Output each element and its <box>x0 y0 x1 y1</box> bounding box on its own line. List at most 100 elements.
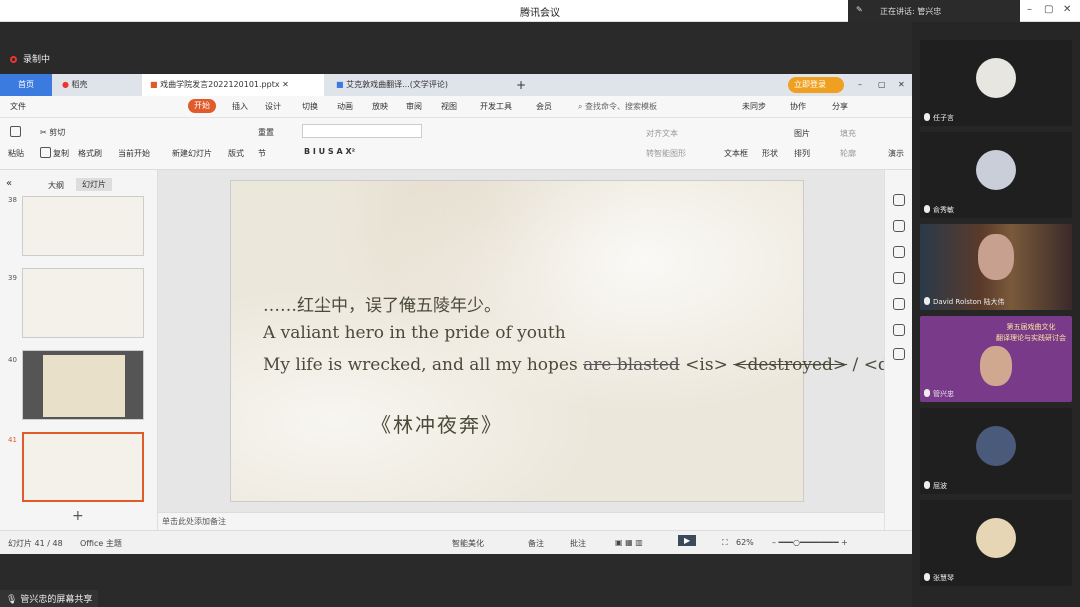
tab-home[interactable]: 首页 <box>0 74 52 96</box>
zoom-level[interactable]: 62% <box>736 538 754 547</box>
play-button[interactable]: ▶ <box>678 535 697 546</box>
slide[interactable]: ……红尘中，误了俺五陵年少。 A valiant hero in the pri… <box>230 180 973 502</box>
login-button[interactable]: 立即登录 <box>788 77 844 93</box>
thumb-number: 41 <box>8 436 17 444</box>
slide-thumb-40[interactable] <box>22 350 144 420</box>
menu-review[interactable]: 审阅 <box>406 101 422 112</box>
menu-devtools[interactable]: 开发工具 <box>480 101 512 112</box>
collab-button[interactable]: 协作 <box>790 101 806 112</box>
menu-insert[interactable]: 插入 <box>232 101 248 112</box>
slide-line-chinese: ……红尘中，误了俺五陵年少。 <box>263 296 501 316</box>
font-select[interactable] <box>302 124 422 138</box>
paste-icon[interactable] <box>10 126 23 137</box>
menu-start[interactable]: 开始 <box>188 99 216 113</box>
slide-thumb-39[interactable] <box>22 268 144 338</box>
docer-icon: ● <box>62 80 69 89</box>
shape-button[interactable]: 形状 <box>762 148 778 159</box>
participant-tile[interactable]: David Rolston 陆大伟 <box>920 224 1072 310</box>
screen-share-indicator[interactable]: 🎙 管兴忠的屏幕共享 <box>0 590 99 607</box>
collapse-icon[interactable]: « <box>6 178 12 189</box>
participant-tile[interactable]: 第五届戏曲文化 翻译理论与实践研讨会 管兴忠 <box>920 316 1072 402</box>
arrange-button[interactable]: 排列 <box>794 148 810 159</box>
picture-button[interactable]: 图片 <box>794 128 810 139</box>
minimize-icon[interactable]: – <box>1027 4 1032 15</box>
paste-button[interactable]: 粘贴 <box>8 148 24 159</box>
present-button[interactable]: 演示 <box>888 148 904 159</box>
mic-icon <box>924 205 930 213</box>
mic-icon: 🎙 <box>6 595 18 605</box>
participant-tile[interactable]: 任子言 <box>920 40 1072 126</box>
tool-icon[interactable] <box>893 246 905 258</box>
beautify-button[interactable]: 智能美化 <box>452 538 484 549</box>
slide-line-english-2: My life is wrecked, and all my hopes are… <box>263 355 973 375</box>
recording-indicator[interactable]: 录制中 <box>10 52 50 65</box>
avatar <box>976 58 1016 98</box>
close-icon[interactable]: ✕ <box>1063 4 1071 15</box>
section-button[interactable]: 节 <box>258 148 266 159</box>
command-search[interactable]: ⌕ 查找命令、搜索模板 <box>578 101 657 112</box>
comment-button[interactable]: 批注 <box>570 538 586 549</box>
share-button[interactable]: 分享 <box>832 101 848 112</box>
participant-tile[interactable]: 俞秀敏 <box>920 132 1072 218</box>
tool-icon[interactable] <box>893 298 905 310</box>
menu-member[interactable]: 会员 <box>536 101 552 112</box>
menu-show[interactable]: 放映 <box>372 101 388 112</box>
win-min-icon[interactable]: – <box>850 74 862 96</box>
new-slide-button[interactable]: 新建幻灯片 <box>172 148 212 159</box>
tool-icon[interactable] <box>893 348 905 360</box>
menu-bar: 文件 开始 插入 设计 切换 动画 放映 审阅 视图 开发工具 会员 ⌕ 查找命… <box>0 96 912 118</box>
tab-outline[interactable]: 大纲 <box>48 180 64 191</box>
cut-button[interactable]: ✂ 剪切 <box>40 127 65 138</box>
participant-name: 任子言 <box>924 113 954 123</box>
share-label: 管兴忠的屏幕共享 <box>20 595 93 605</box>
tool-icon[interactable] <box>893 194 905 206</box>
participant-tile[interactable]: 张慧琴 <box>920 500 1072 586</box>
format-painter-button[interactable]: 格式刷 <box>78 148 102 159</box>
avatar <box>976 426 1016 466</box>
restore-icon[interactable]: ▢ <box>1044 4 1053 15</box>
from-current-button[interactable]: 当前开始 <box>118 148 150 159</box>
normal-view-icon[interactable]: ▣ ▦ ▥ <box>615 538 643 547</box>
slide-thumb-41[interactable] <box>22 432 144 502</box>
outline-button[interactable]: 轮廓 <box>840 148 856 159</box>
smart-convert-button[interactable]: 转智能图形 <box>646 148 686 159</box>
add-slide-icon[interactable]: + <box>72 508 84 524</box>
new-tab-button[interactable]: + <box>508 74 528 96</box>
bold-icon[interactable]: B I U S A X² <box>304 147 355 156</box>
meeting-bottom <box>0 554 912 607</box>
layout-button[interactable]: 版式 <box>228 148 244 159</box>
tool-icon[interactable] <box>893 220 905 232</box>
tool-icon[interactable] <box>893 324 905 336</box>
cut-label: 剪切 <box>49 128 66 137</box>
tab-file-pptx[interactable]: ■ 戏曲学院发言2022120101.pptx ✕ <box>142 74 324 96</box>
menu-file[interactable]: 文件 <box>10 101 26 112</box>
speaking-indicator: ✎ 正在讲话: 管兴忠 <box>848 0 1020 22</box>
notes-button[interactable]: 备注 <box>528 538 544 549</box>
menu-transition[interactable]: 切换 <box>302 101 318 112</box>
menu-design[interactable]: 设计 <box>265 101 281 112</box>
participant-tile[interactable]: 屈波 <box>920 408 1072 494</box>
copy-button[interactable]: 复制 <box>40 147 69 159</box>
slide-thumb-38[interactable] <box>22 196 144 256</box>
notes-area[interactable]: 单击此处添加备注 <box>158 512 884 530</box>
ribbon: 粘贴 ✂ 剪切 复制 格式刷 当前开始 新建幻灯片 版式 节 重置 B I U … <box>0 118 912 170</box>
fit-icon[interactable]: ⛶ <box>722 538 728 548</box>
avatar <box>976 518 1016 558</box>
fill-button[interactable]: 填充 <box>840 128 856 139</box>
win-close-icon[interactable]: ✕ <box>890 74 905 96</box>
menu-animation[interactable]: 动画 <box>337 101 353 112</box>
zoom-slider[interactable]: – ━━━○━━━━━━━━ + <box>772 538 848 547</box>
tab-docer[interactable]: ● 稻壳 <box>54 74 138 96</box>
tool-icon[interactable] <box>893 272 905 284</box>
participant-name: David Rolston 陆大伟 <box>924 297 1005 307</box>
tab-slides[interactable]: 幻灯片 <box>76 178 112 191</box>
thumb-number: 40 <box>8 356 17 364</box>
sync-status[interactable]: 未同步 <box>742 101 766 112</box>
win-max-icon[interactable]: ▢ <box>870 74 886 96</box>
textbox-button[interactable]: 文本框 <box>724 148 748 159</box>
reset-button[interactable]: 重置 <box>258 127 274 138</box>
menu-view[interactable]: 视图 <box>441 101 457 112</box>
line3-strike: are blasted <box>583 355 680 375</box>
tab-file-doc[interactable]: ■ 艾克敦戏曲翻译...(文学评论) <box>328 74 500 96</box>
align-text-button[interactable]: 对齐文本 <box>646 128 678 139</box>
